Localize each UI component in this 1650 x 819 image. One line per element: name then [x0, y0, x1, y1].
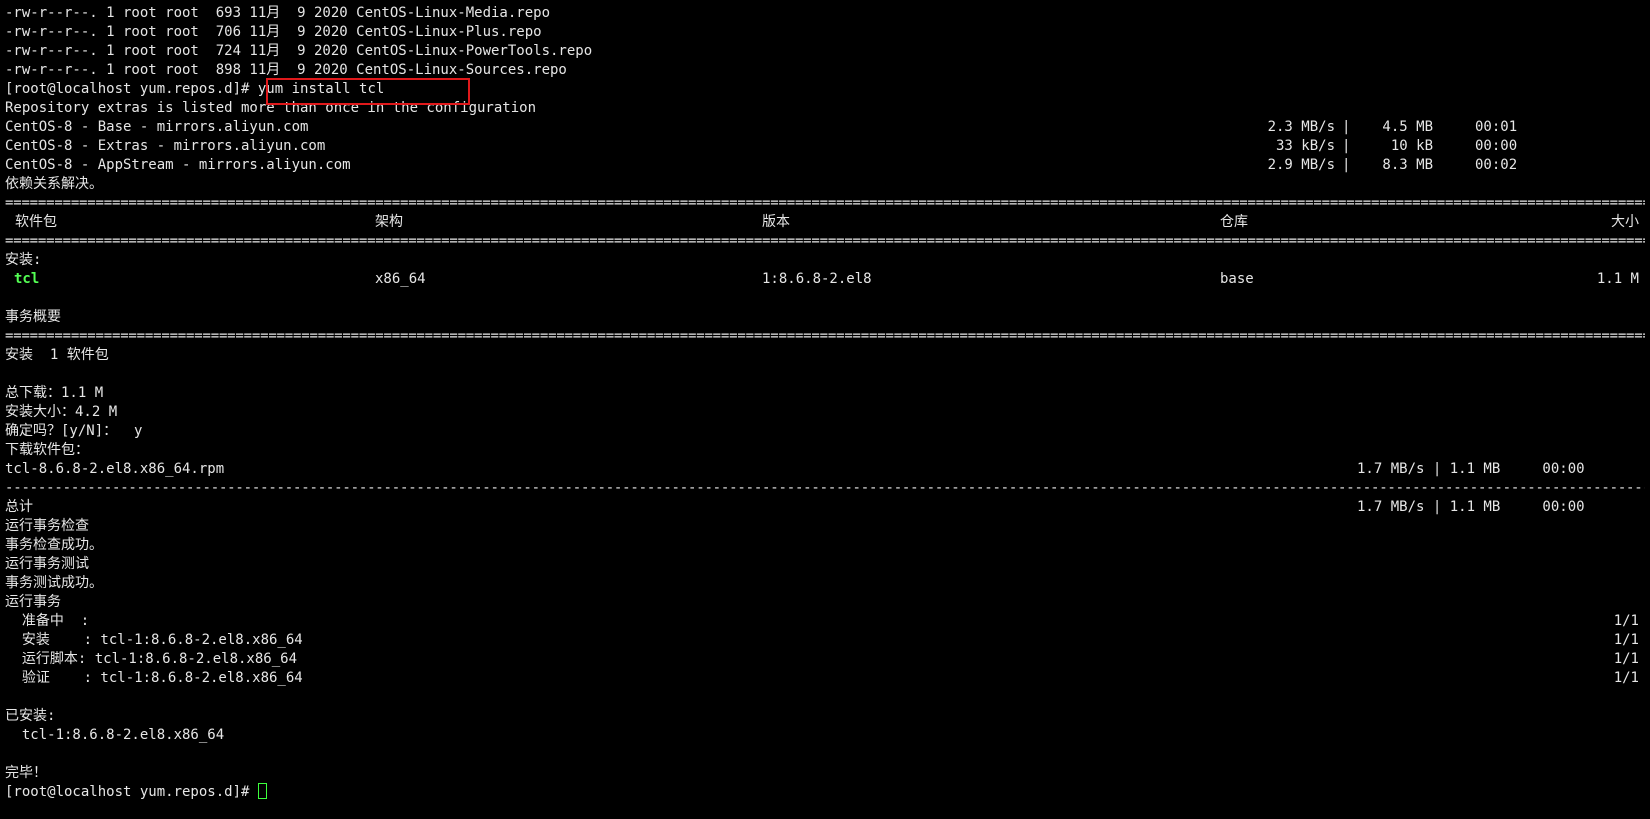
- repo-name: CentOS-8 - Extras - mirrors.aliyun.com: [5, 138, 326, 154]
- file-listing-line: -rw-r--r--. 1 root root 898 11月 9 2020 C…: [5, 62, 567, 78]
- downloading-label: 下载软件包：: [5, 442, 89, 458]
- header-version: 版本: [762, 214, 790, 230]
- transaction-step: 运行事务检查: [5, 518, 89, 534]
- install-count: 安装 1 软件包: [5, 347, 109, 363]
- repo-size: 4.5 MB: [1382, 119, 1433, 135]
- package-arch: x86_64: [375, 271, 426, 287]
- repo-time: 00:01: [1475, 119, 1518, 135]
- repo-sync-row: CentOS-8 - AppStream - mirrors.aliyun.co…: [5, 156, 1645, 175]
- repo-separator: |: [1342, 138, 1351, 154]
- final-prompt-line[interactable]: [root@localhost yum.repos.d]#: [5, 783, 1645, 802]
- package-version: 1:8.6.8-2.el8: [762, 271, 872, 287]
- transaction-step: 运行事务测试: [5, 556, 89, 572]
- package-name: tcl: [14, 271, 40, 287]
- repo-speed: 2.9 MB/s: [1267, 157, 1335, 173]
- header-arch: 架构: [375, 214, 403, 230]
- installed-label: 已安装:: [5, 708, 56, 724]
- rpm-name: tcl-8.6.8-2.el8.x86_64.rpm: [5, 461, 225, 477]
- installed-package: tcl-1:8.6.8-2.el8.x86_64: [5, 727, 225, 743]
- file-listing-line: -rw-r--r--. 1 root root 724 11月 9 2020 C…: [5, 43, 593, 59]
- action-progress: 1/1: [1613, 651, 1639, 667]
- file-listing-line: -rw-r--r--. 1 root root 693 11月 9 2020 C…: [5, 5, 551, 21]
- deps-resolved-text: 依赖关系解决。: [5, 176, 103, 192]
- total-stats: 1.7 MB/s | 1.1 MB 00:00: [1357, 499, 1585, 515]
- confirm-prompt: 确定吗？[y/N]： y: [5, 423, 143, 439]
- transaction-action-row: 准备中 : 1/1: [5, 612, 1645, 631]
- total-download: 总下载：1.1 M: [5, 385, 104, 401]
- command-line: [root@localhost yum.repos.d]# yum instal…: [5, 80, 1645, 99]
- total-row: 总计 1.7 MB/s | 1.1 MB 00:00: [5, 498, 1645, 517]
- action-progress: 1/1: [1613, 670, 1639, 686]
- repo-speed: 2.3 MB/s: [1267, 119, 1335, 135]
- shell-prompt: [root@localhost yum.repos.d]#: [5, 784, 250, 800]
- action-label: 准备中 :: [5, 613, 90, 629]
- rpm-download-row: tcl-8.6.8-2.el8.x86_64.rpm 1.7 MB/s | 1.…: [5, 460, 1645, 479]
- terminal-cursor[interactable]: [257, 783, 267, 799]
- repo-time: 00:00: [1475, 138, 1518, 154]
- install-size: 安装大小：4.2 M: [5, 404, 118, 420]
- repo-time: 00:02: [1475, 157, 1518, 173]
- repo-name: CentOS-8 - Base - mirrors.aliyun.com: [5, 119, 309, 135]
- transaction-action-row: 运行脚本: tcl-1:8.6.8-2.el8.x86_64 1/1: [5, 650, 1645, 669]
- transaction-summary-title: 事务概要: [5, 309, 61, 325]
- action-label: 安装 : tcl-1:8.6.8-2.el8.x86_64: [5, 632, 303, 648]
- table-header-row: 软件包 架构 版本 仓库 大小: [5, 213, 1645, 232]
- package-repo: base: [1220, 271, 1254, 287]
- double-separator: ========================================…: [5, 328, 1645, 344]
- action-label: 验证 : tcl-1:8.6.8-2.el8.x86_64: [5, 670, 303, 686]
- header-package: 软件包: [15, 214, 57, 230]
- action-progress: 1/1: [1613, 632, 1639, 648]
- transaction-action-row: 安装 : tcl-1:8.6.8-2.el8.x86_64 1/1: [5, 631, 1645, 650]
- transaction-step: 事务检查成功。: [5, 537, 103, 553]
- single-separator: ----------------------------------------…: [5, 480, 1645, 496]
- package-size: 1.1 M: [1596, 271, 1639, 287]
- install-label: 安装:: [5, 252, 42, 268]
- typed-command: yum install tcl: [249, 81, 385, 97]
- done-text: 完毕！: [5, 765, 47, 781]
- repo-sync-row: CentOS-8 - Extras - mirrors.aliyun.com 3…: [5, 137, 1645, 156]
- rpm-stats: 1.7 MB/s | 1.1 MB 00:00: [1357, 461, 1585, 477]
- double-separator: ========================================…: [5, 233, 1645, 249]
- action-progress: 1/1: [1613, 613, 1639, 629]
- repo-separator: |: [1342, 119, 1351, 135]
- header-repo: 仓库: [1220, 214, 1248, 230]
- repo-speed: 33 kB/s: [1267, 138, 1335, 154]
- repo-size: 8.3 MB: [1382, 157, 1433, 173]
- repo-size: 10 kB: [1382, 138, 1433, 154]
- repo-name: CentOS-8 - AppStream - mirrors.aliyun.co…: [5, 157, 351, 173]
- shell-prompt: [root@localhost yum.repos.d]#: [5, 81, 250, 97]
- terminal-output[interactable]: -rw-r--r--. 1 root root 693 11月 9 2020 C…: [5, 4, 1645, 802]
- transaction-action-row: 验证 : tcl-1:8.6.8-2.el8.x86_64 1/1: [5, 669, 1645, 688]
- transaction-step: 事务测试成功。: [5, 575, 103, 591]
- package-row: tcl x86_64 1:8.6.8-2.el8 base 1.1 M: [5, 270, 1645, 289]
- double-separator: ========================================…: [5, 195, 1645, 211]
- repo-sync-row: CentOS-8 - Base - mirrors.aliyun.com 2.3…: [5, 118, 1645, 137]
- action-label: 运行脚本: tcl-1:8.6.8-2.el8.x86_64: [5, 651, 298, 667]
- repo-separator: |: [1342, 157, 1351, 173]
- transaction-step: 运行事务: [5, 594, 61, 610]
- file-listing-line: -rw-r--r--. 1 root root 706 11月 9 2020 C…: [5, 24, 542, 40]
- total-label: 总计: [5, 499, 33, 515]
- header-size: 大小: [1611, 214, 1639, 230]
- repo-warning: Repository extras is listed more than on…: [5, 100, 537, 116]
